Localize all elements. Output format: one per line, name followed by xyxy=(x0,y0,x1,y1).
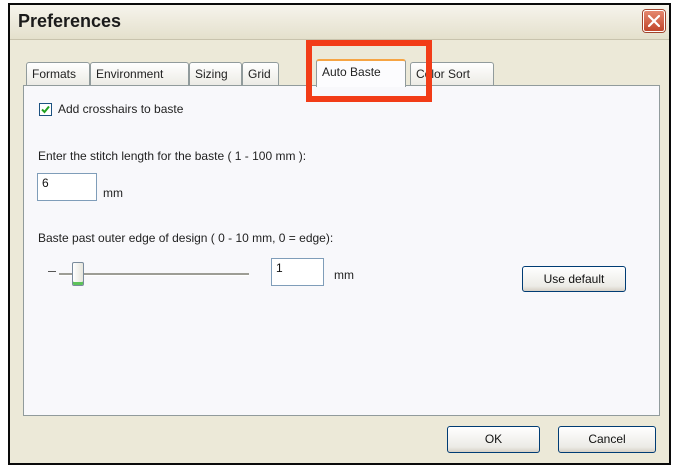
tab-formats[interactable]: Formats xyxy=(26,62,90,85)
baste-past-unit: mm xyxy=(334,268,354,282)
title-bar[interactable]: Preferences xyxy=(10,5,669,40)
stitch-length-unit: mm xyxy=(103,186,123,200)
cancel-button[interactable]: Cancel xyxy=(558,426,656,453)
slider-tick xyxy=(48,271,56,272)
checkmark-icon xyxy=(41,105,50,114)
preferences-dialog: Preferences Formats Environment Sizing G… xyxy=(8,3,671,465)
stitch-length-field[interactable]: 6 xyxy=(37,173,97,201)
baste-past-slider-thumb[interactable] xyxy=(72,262,84,286)
window-title: Preferences xyxy=(18,11,122,31)
crosshairs-label: Add crosshairs to baste xyxy=(58,102,184,116)
ok-button[interactable]: OK xyxy=(447,426,540,453)
close-icon xyxy=(648,15,660,27)
stitch-length-label: Enter the stitch length for the baste ( … xyxy=(38,149,307,163)
use-default-button[interactable]: Use default xyxy=(522,266,626,292)
highlight-box xyxy=(306,40,432,102)
crosshairs-checkbox[interactable] xyxy=(39,103,52,116)
baste-past-label: Baste past outer edge of design ( 0 - 10… xyxy=(38,231,334,245)
baste-past-field[interactable]: 1 xyxy=(271,258,324,286)
tab-grid[interactable]: Grid xyxy=(242,62,279,85)
close-button[interactable] xyxy=(643,10,665,32)
tab-sizing[interactable]: Sizing xyxy=(189,62,242,85)
auto-baste-panel: Add crosshairs to baste Enter the stitch… xyxy=(23,85,660,416)
tab-environment[interactable]: Environment xyxy=(90,62,189,85)
baste-past-slider[interactable] xyxy=(59,273,249,276)
